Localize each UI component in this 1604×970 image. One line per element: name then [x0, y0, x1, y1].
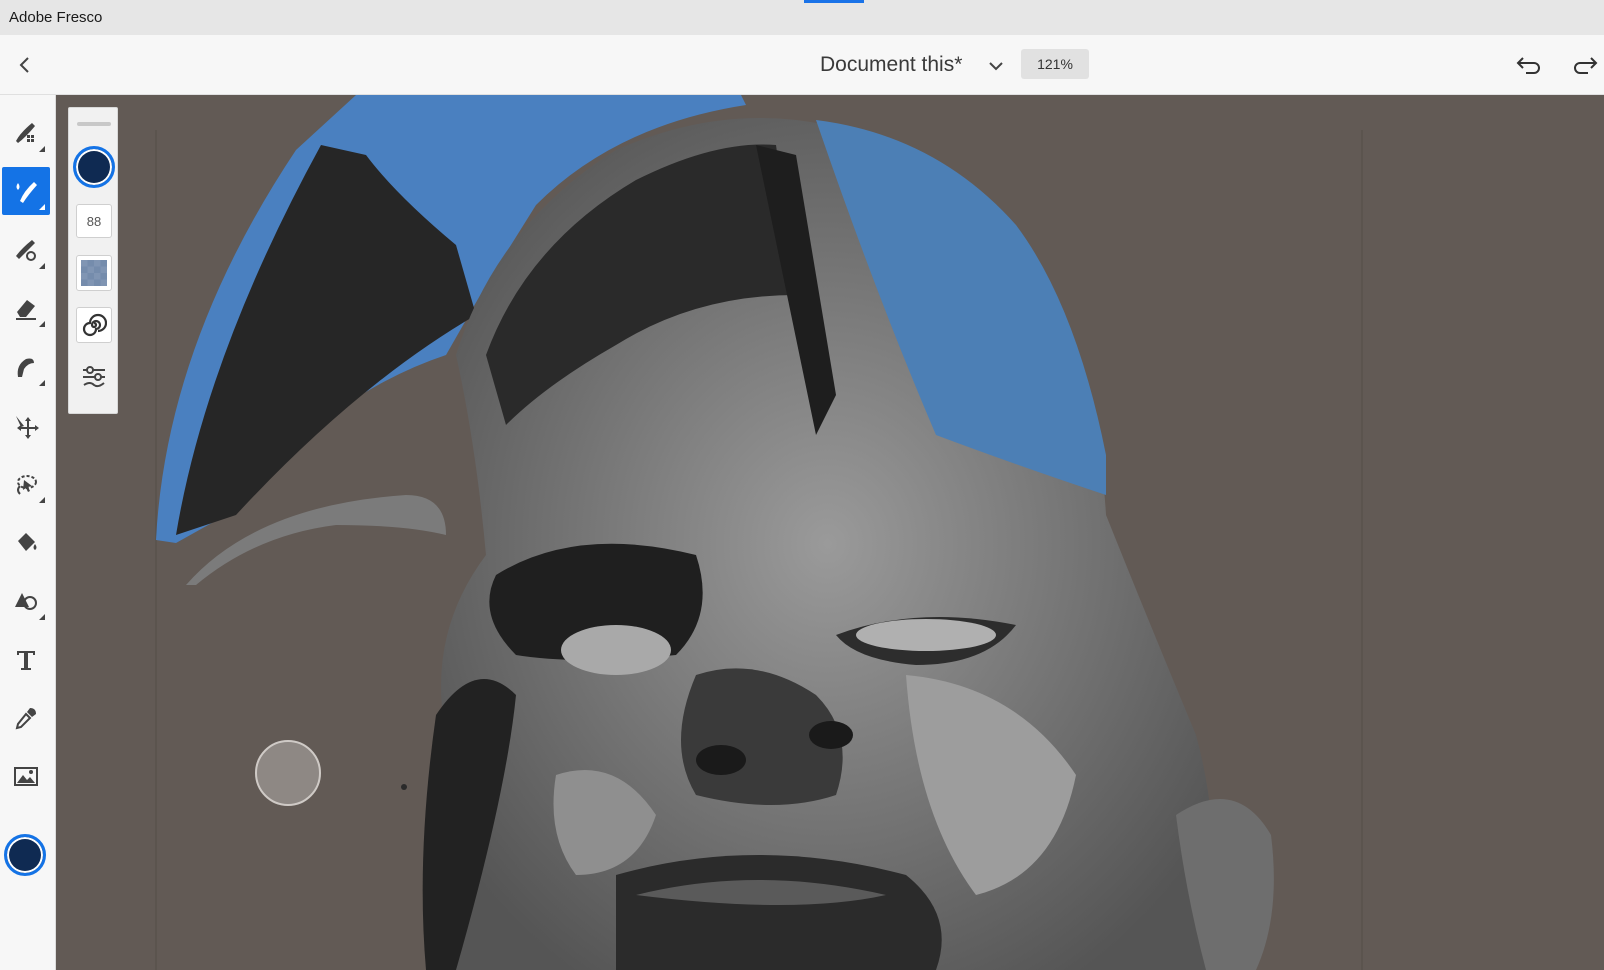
- undo-icon: [1516, 57, 1540, 74]
- eraser-icon: [16, 300, 36, 320]
- spiral-icon: [82, 313, 107, 337]
- app-title: Adobe Fresco: [9, 9, 103, 26]
- chevron-down-icon: [989, 62, 1003, 71]
- live-brush-icon: [16, 182, 37, 203]
- move-tool[interactable]: [2, 402, 50, 450]
- brush-color-button[interactable]: [73, 146, 115, 188]
- redo-icon: [1574, 57, 1598, 74]
- live-brush-tool[interactable]: [2, 167, 50, 215]
- selection-tool[interactable]: [2, 460, 50, 508]
- brush-settings-button[interactable]: [76, 359, 112, 395]
- move-icon: [16, 416, 39, 439]
- brush-properties-panel: 88: [68, 107, 118, 414]
- fill-tool[interactable]: [2, 519, 50, 567]
- type-icon: [17, 651, 35, 670]
- brush-size-button[interactable]: 88: [76, 204, 112, 238]
- tool-submenu-indicator: [39, 146, 45, 152]
- window-title-bar: Adobe Fresco: [0, 0, 1604, 35]
- tool-submenu-indicator: [39, 204, 45, 210]
- brush-opacity-button[interactable]: [76, 255, 112, 291]
- vector-brush-icon: [16, 240, 36, 261]
- undo-button[interactable]: [1514, 51, 1544, 79]
- opacity-checker-icon: [81, 260, 107, 286]
- drawing-canvas[interactable]: [56, 95, 1604, 970]
- place-image-tool[interactable]: [2, 752, 50, 800]
- tool-submenu-indicator: [39, 614, 45, 620]
- back-button[interactable]: [12, 52, 38, 78]
- type-tool[interactable]: [2, 636, 50, 684]
- paint-bucket-icon: [18, 533, 37, 551]
- vector-brush-tool[interactable]: [2, 226, 50, 274]
- tool-submenu-indicator: [39, 321, 45, 327]
- smudge-icon: [17, 358, 34, 377]
- tool-submenu-indicator: [39, 263, 45, 269]
- sliders-icon: [83, 366, 105, 388]
- shapes-tool[interactable]: [2, 577, 50, 625]
- document-menu-button[interactable]: [985, 55, 1007, 77]
- current-color-swatch[interactable]: [4, 834, 46, 876]
- zoom-level-button[interactable]: 121%: [1021, 49, 1089, 79]
- app-header: Document this* 121%: [0, 35, 1604, 95]
- title-bar-focus-indicator: [804, 0, 864, 3]
- smudge-tool[interactable]: [2, 343, 50, 391]
- document-title[interactable]: Document this*: [820, 53, 962, 77]
- tool-submenu-indicator: [39, 380, 45, 386]
- eyedropper-icon: [15, 708, 36, 730]
- lasso-icon: [17, 475, 37, 495]
- pixel-brush-icon: [16, 123, 35, 143]
- shapes-icon: [15, 593, 37, 610]
- artwork: [155, 95, 1363, 970]
- chevron-left-icon: [19, 57, 29, 73]
- image-icon: [14, 767, 38, 786]
- pixel-brush-tool[interactable]: [2, 109, 50, 157]
- brush-size-cursor: [255, 740, 321, 806]
- redo-button[interactable]: [1570, 51, 1600, 79]
- eyedropper-tool[interactable]: [2, 694, 50, 742]
- eraser-tool[interactable]: [2, 284, 50, 332]
- brush-flow-button[interactable]: [76, 307, 112, 343]
- tool-submenu-indicator: [39, 497, 45, 503]
- panel-drag-handle[interactable]: [77, 122, 111, 126]
